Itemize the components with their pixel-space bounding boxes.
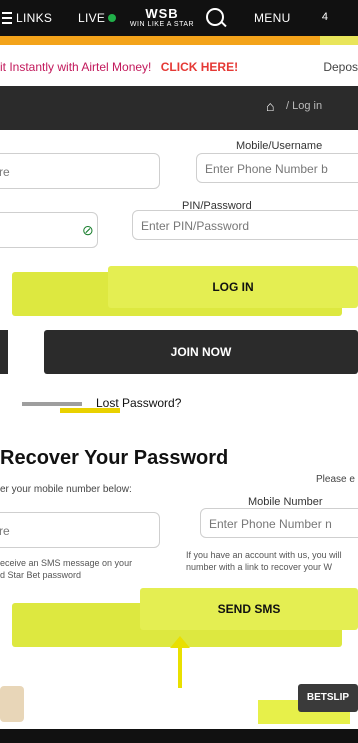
- bottom-bar: [0, 729, 358, 743]
- links-nav-item[interactable]: LINKS: [16, 11, 52, 25]
- up-arrow-icon: [170, 636, 190, 688]
- menu-nav-item[interactable]: MENU: [254, 11, 291, 25]
- sms-note-left: eceive an SMS message on your d Star Bet…: [0, 558, 133, 580]
- mobile-username-label: Mobile/Username: [236, 140, 323, 152]
- login-button[interactable]: LOG IN: [108, 266, 358, 308]
- recover-instruction-right: Please e: [316, 474, 355, 485]
- logo-text: WSB: [145, 6, 179, 21]
- betslip-button[interactable]: BETSLIP: [298, 684, 358, 712]
- recover-instruction: er your mobile number below:: [0, 484, 132, 495]
- home-icon[interactable]: ⌂: [266, 98, 274, 114]
- accent-stripe: [0, 36, 320, 45]
- notification-count: 4: [321, 11, 328, 23]
- gray-arrow-icon: [22, 402, 82, 406]
- show-password-eye-icon[interactable]: ⊘: [82, 222, 98, 238]
- recover-mobile-input[interactable]: Enter Phone Number n: [200, 508, 358, 538]
- deposit-link[interactable]: Depos: [323, 60, 358, 74]
- ghost-mobile-field: re: [0, 153, 160, 189]
- site-logo[interactable]: WSB WIN LIKE A STAR: [124, 6, 200, 28]
- avatar: [0, 686, 24, 722]
- recover-mobile-label: Mobile Number: [248, 496, 323, 508]
- accent-corner: [320, 36, 358, 45]
- breadcrumb: ⌂ / Log in: [0, 86, 358, 130]
- search-icon[interactable]: [206, 8, 224, 26]
- breadcrumb-current: / Log in: [286, 100, 323, 112]
- mobile-username-input[interactable]: Enter Phone Number b: [196, 153, 358, 183]
- recover-password-heading: Recover Your Password: [0, 447, 229, 469]
- join-now-button[interactable]: JOIN NOW: [44, 330, 358, 374]
- top-navigation-bar: LINKS LIVE WSB WIN LIKE A STAR MENU 4: [0, 0, 358, 36]
- ghost-recover-field: re: [0, 512, 160, 548]
- ghost-join-edge: [0, 330, 8, 374]
- live-label: LIVE: [78, 11, 106, 25]
- promo-text: it Instantly with Airtel Money!: [0, 60, 152, 74]
- live-indicator-icon: [108, 14, 117, 22]
- logo-tagline: WIN LIKE A STAR: [129, 21, 195, 28]
- pin-password-input[interactable]: Enter PIN/Password: [132, 210, 358, 240]
- send-sms-button[interactable]: SEND SMS: [140, 588, 358, 630]
- promo-link[interactable]: CLICK HERE!: [161, 60, 238, 74]
- live-nav-item[interactable]: LIVE: [78, 11, 117, 25]
- hamburger-menu-icon[interactable]: [2, 12, 12, 27]
- lost-password-link[interactable]: Lost Password?: [96, 396, 181, 410]
- promo-banner[interactable]: it Instantly with Airtel Money! CLICK HE…: [0, 60, 358, 82]
- breadcrumb-label: Log in: [292, 100, 323, 112]
- sms-note-right: If you have an account with us, you will…: [186, 550, 342, 572]
